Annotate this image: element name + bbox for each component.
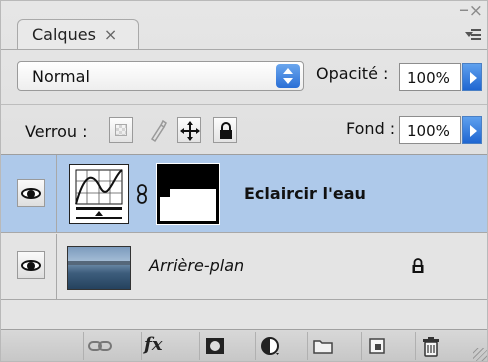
visibility-cell bbox=[1, 155, 57, 232]
lock-all-icon[interactable] bbox=[213, 117, 237, 143]
lock-image-pixels-icon[interactable] bbox=[145, 117, 169, 143]
tab-calques[interactable]: Calques × bbox=[17, 19, 139, 50]
fill-slider-arrow-icon[interactable] bbox=[462, 116, 482, 144]
layer-row-arriere-plan[interactable]: Arrière-plan bbox=[1, 234, 487, 300]
layers-panel: – × Calques × Normal Opacité : 100% Verro… bbox=[0, 0, 488, 362]
layers-list: Eclaircir l'eau Arrière-plan bbox=[1, 155, 487, 329]
minimize-icon[interactable]: – bbox=[459, 1, 469, 21]
tab-strip: – × Calques × bbox=[1, 1, 487, 50]
layer-mask-thumbnail[interactable] bbox=[156, 163, 220, 225]
group-folder-icon[interactable] bbox=[307, 332, 337, 360]
link-layers-icon[interactable] bbox=[83, 332, 113, 360]
tab-close-icon[interactable]: × bbox=[104, 25, 117, 44]
fx-label: fx bbox=[144, 334, 163, 355]
add-mask-icon[interactable] bbox=[199, 332, 229, 360]
layer-row-eclaircir[interactable]: Eclaircir l'eau bbox=[1, 155, 487, 233]
tab-label: Calques bbox=[32, 25, 96, 44]
close-icon[interactable]: × bbox=[469, 1, 483, 21]
layer-name[interactable]: Arrière-plan bbox=[149, 256, 244, 275]
opacity-input[interactable]: 100% bbox=[399, 63, 461, 91]
layer-name[interactable]: Eclaircir l'eau bbox=[244, 184, 366, 203]
trash-icon[interactable] bbox=[415, 332, 445, 360]
divider bbox=[1, 49, 487, 50]
resize-grip-icon[interactable] bbox=[473, 348, 487, 361]
blend-mode-select[interactable]: Normal bbox=[17, 61, 304, 91]
blend-mode-value: Normal bbox=[32, 67, 90, 86]
stepper-icon[interactable] bbox=[276, 64, 300, 88]
image-thumbnail[interactable] bbox=[67, 246, 131, 290]
fill-input[interactable]: 100% bbox=[399, 116, 461, 144]
opacity-label: Opacité : bbox=[316, 64, 389, 83]
lock-icon bbox=[411, 258, 425, 274]
panel-menu-icon[interactable] bbox=[465, 27, 481, 43]
lock-transparent-pixels-icon[interactable] bbox=[109, 117, 133, 143]
eye-icon[interactable] bbox=[17, 251, 45, 279]
opacity-slider-arrow-icon[interactable] bbox=[462, 63, 482, 91]
fill-label: Fond : bbox=[346, 119, 396, 138]
fx-icon[interactable]: fx bbox=[141, 332, 171, 360]
adjustment-layer-icon[interactable] bbox=[255, 332, 285, 360]
lock-position-icon[interactable] bbox=[177, 117, 201, 143]
empty-area bbox=[1, 301, 487, 329]
visibility-cell bbox=[1, 234, 57, 299]
lock-label: Verrou : bbox=[25, 122, 88, 141]
curves-thumbnail-icon[interactable] bbox=[69, 164, 129, 224]
eye-icon[interactable] bbox=[17, 179, 45, 207]
divider bbox=[1, 104, 487, 105]
link-icon[interactable] bbox=[137, 184, 147, 204]
new-layer-icon[interactable] bbox=[361, 332, 391, 360]
layers-toolbar: fx bbox=[1, 329, 487, 361]
